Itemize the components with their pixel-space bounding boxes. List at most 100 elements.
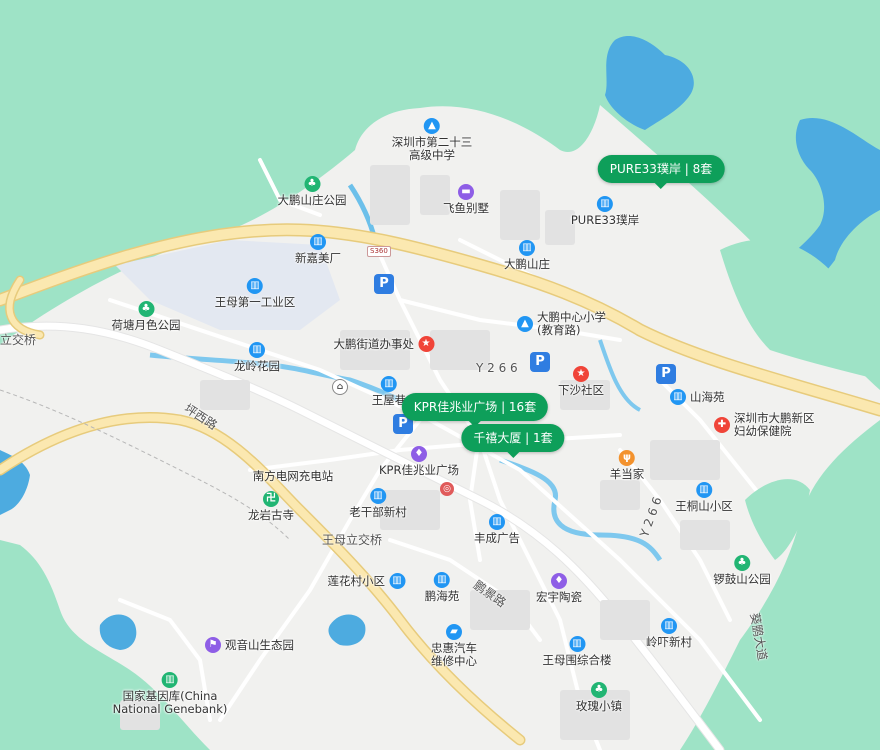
poi-label: 国家基因库(China National Genebank) [112, 689, 228, 716]
shopping-marker-icon[interactable]: ◎ [440, 482, 454, 496]
poi-lianhua-village[interactable]: ▥ 莲花村小区 [327, 573, 405, 589]
car-icon: ▰ [446, 624, 462, 640]
poi-label: 山海苑 [690, 389, 725, 404]
government-icon: ★ [418, 336, 434, 352]
poi-hongyu-ceramics[interactable]: ♦ 宏宇陶瓷 [536, 573, 582, 604]
poi-label: 老干部新村 [349, 505, 407, 519]
poi-xinjiamei[interactable]: ▥ 新嘉美厂 [295, 234, 341, 265]
factory-icon: ▥ [310, 234, 326, 250]
poi-label: 忠惠汽车 维修中心 [431, 641, 477, 668]
poi-label: 王母第一工业区 [214, 295, 296, 309]
shopping-icon: ♦ [411, 446, 427, 462]
poi-longyan-temple[interactable]: 卍 龙岩古寺 [248, 491, 294, 522]
poi-pure33[interactable]: ▥ PURE33璞岸 [571, 196, 639, 227]
building-icon: ▥ [489, 514, 505, 530]
poi-wangwu-lane[interactable]: ▥ 王屋巷 [372, 376, 406, 407]
listing-tag-qianxi[interactable]: 千禧大厦 | 1套 [461, 424, 565, 458]
building-icon: ▥ [661, 618, 677, 634]
poi-wangtongshan[interactable]: ▥ 王桐山小区 [675, 482, 733, 513]
poi-label: 莲花村小区 [327, 573, 386, 588]
poi-lingxia-village[interactable]: ▥ 岭吓新村 [646, 618, 692, 649]
poi-label: 大鹏山庄公园 [277, 193, 347, 207]
poi-rose-town[interactable]: ♣ 玫瑰小镇 [576, 682, 622, 713]
road-label-y266-a: Y 2 6 6 [476, 361, 518, 375]
shopping-icon: ♦ [551, 573, 567, 589]
poi-dapeng-office[interactable]: ★ 大鹏街道办事处 [333, 336, 434, 352]
poi-zhonghui-auto[interactable]: ▰ 忠惠汽车 维修中心 [431, 624, 477, 668]
poi-label: 王母围综合楼 [542, 653, 612, 667]
building-icon: ▥ [162, 672, 178, 688]
poi-fengcheng-ad[interactable]: ▥ 丰成广告 [474, 514, 520, 545]
poi-maternity-hospital[interactable]: ✚ 深圳市大鹏新区 妇幼保健院 [714, 412, 815, 438]
building-icon: ▥ [569, 636, 585, 652]
poi-label: 下沙社区 [558, 383, 604, 397]
listing-tag-kpr-plaza[interactable]: KPR佳兆业广场 | 16套 [401, 393, 549, 427]
poi-feiyu-villa[interactable]: ▬ 飞鱼别墅 [443, 184, 489, 215]
park-icon: ♣ [304, 176, 320, 192]
poi-label: PURE33璞岸 [570, 213, 640, 227]
building-icon: ▥ [249, 342, 265, 358]
government-icon: ★ [573, 366, 589, 382]
poi-label: 龙岩古寺 [248, 508, 294, 522]
poi-label: 宏宇陶瓷 [536, 590, 582, 604]
highway-shield-s360: S360 [367, 246, 391, 257]
poi-label: 南方电网充电站 [252, 469, 334, 483]
poi-longling-garden[interactable]: ▥ 龙岭花园 [234, 342, 280, 373]
poi-label: 荷塘月色公园 [111, 318, 181, 332]
restaurant-icon: ψ [619, 450, 635, 466]
poi-dapeng-shanzhuang[interactable]: ▥ 大鹏山庄 [504, 240, 550, 271]
building-icon: ▥ [381, 376, 397, 392]
poi-label: 深圳市大鹏新区 妇幼保健院 [734, 411, 815, 438]
poi-label: 羊当家 [609, 467, 645, 481]
building-icon: ▥ [389, 573, 405, 589]
poi-genebank[interactable]: ▥ 国家基因库(China National Genebank) [112, 672, 228, 716]
building-icon: ▥ [370, 488, 386, 504]
park-icon: ♣ [138, 301, 154, 317]
poi-label: 岭吓新村 [646, 635, 692, 649]
attraction-icon: ⚑ [205, 637, 221, 653]
poi-kpr-plaza[interactable]: ♦ KPR佳兆业广场 [379, 446, 459, 477]
parking-icon[interactable]: P [530, 352, 550, 372]
parking-icon[interactable]: P [374, 274, 394, 294]
poi-penghai[interactable]: ▥ 鹏海苑 [424, 572, 460, 603]
poi-laoganbu[interactable]: ▥ 老干部新村 [349, 488, 407, 519]
road-label-wangmu-bridge: 王母立交桥 [322, 533, 383, 547]
poi-label: 玫瑰小镇 [576, 699, 622, 713]
poi-label: 新嘉美厂 [295, 251, 341, 265]
school-icon: ▲ [424, 118, 440, 134]
park-icon: ♣ [591, 682, 607, 698]
poi-label: KPR佳兆业广场 [379, 463, 459, 477]
poi-label: 锣鼓山公园 [713, 572, 771, 586]
poi-label: 王桐山小区 [675, 499, 733, 513]
poi-wangmuwei-building[interactable]: ▥ 王母围综合楼 [543, 636, 612, 667]
poi-hetang-park[interactable]: ♣ 荷塘月色公园 [112, 301, 181, 332]
hospital-icon: ✚ [714, 417, 730, 433]
poi-dapeng-primary[interactable]: ▲ 大鹏中心小学 (教育路) [517, 311, 606, 337]
poi-label: 鹏海苑 [424, 589, 460, 603]
poi-guanyinshan[interactable]: ⚑ 观音山生态园 [205, 637, 294, 653]
parking-icon[interactable]: P [656, 364, 676, 384]
temple-icon: 卍 [263, 491, 279, 507]
poi-label: 龙岭花园 [234, 359, 280, 373]
building-icon: ▥ [597, 196, 613, 212]
poi-xiasha[interactable]: ★ 下沙社区 [558, 366, 604, 397]
building-icon: ▥ [519, 240, 535, 256]
listing-tag-pure33[interactable]: PURE33璞岸 | 8套 [597, 155, 725, 189]
poi-wangmu-industrial[interactable]: ▥ 王母第一工业区 [214, 278, 296, 309]
poi-charging-station[interactable]: 南方电网充电站 [253, 470, 334, 483]
factory-icon: ▥ [247, 278, 263, 294]
park-icon: ♣ [734, 555, 750, 571]
poi-dapeng-park[interactable]: ♣ 大鹏山庄公园 [278, 176, 347, 207]
poi-school-23[interactable]: ▲ 深圳市第二十三 高级中学 [391, 118, 473, 162]
poi-label: 大鹏街道办事处 [333, 336, 415, 351]
poi-label: 深圳市第二十三 高级中学 [391, 135, 473, 162]
poi-yangdangjia[interactable]: ψ 羊当家 [609, 450, 645, 481]
road-label-left-bridge: 立交桥 [0, 333, 37, 347]
building-icon: ▥ [696, 482, 712, 498]
poi-label: 观音山生态园 [225, 637, 294, 652]
building-icon: ▥ [670, 389, 686, 405]
poi-luogushan-park[interactable]: ♣ 锣鼓山公园 [713, 555, 771, 586]
poi-shanhai[interactable]: ▥ 山海苑 [670, 389, 725, 405]
building-icon: ▥ [434, 572, 450, 588]
poi-label: 大鹏中心小学 (教育路) [537, 310, 606, 337]
